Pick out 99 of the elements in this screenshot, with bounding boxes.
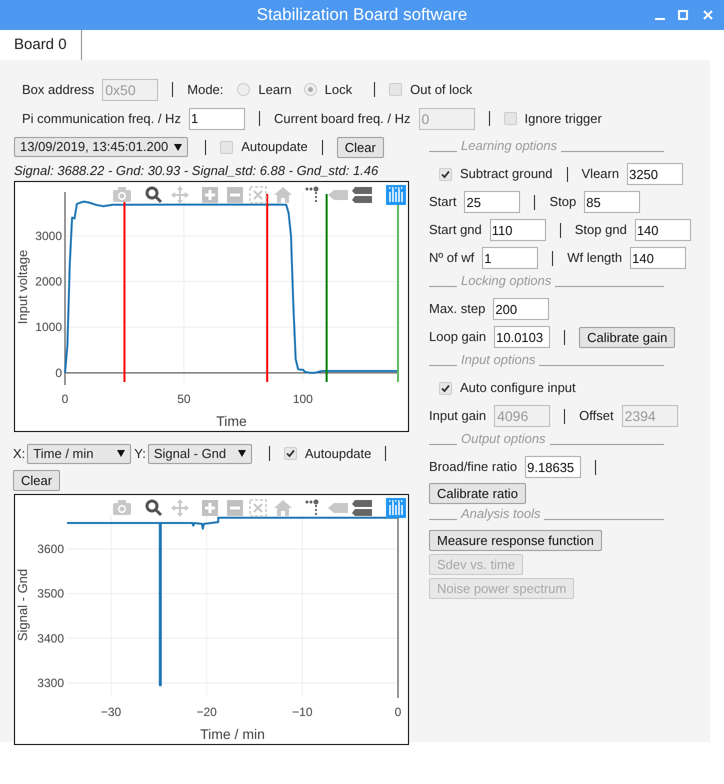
- input-field[interactable]: 1: [188, 108, 245, 130]
- section-heading: Analysis tools: [461, 504, 540, 523]
- checkmark-icon: [441, 384, 450, 392]
- tick-label: 2000: [35, 274, 62, 289]
- axis-title: Signal - Gnd: [15, 568, 30, 642]
- plus-icon[interactable]: [202, 500, 218, 516]
- field-label: Broad/fine ratio: [429, 458, 518, 476]
- checkbox[interactable]: Subtract ground: [439, 164, 553, 184]
- search-icon[interactable]: [146, 186, 162, 204]
- tick-label: 0: [394, 705, 402, 719]
- bar-chart-icon[interactable]: [386, 185, 406, 205]
- axis-title: Time / min: [200, 726, 265, 742]
- spike-icon[interactable]: [306, 500, 318, 516]
- camera-icon[interactable]: [113, 500, 131, 515]
- window-title: Stabilization Board software: [256, 4, 468, 26]
- input-field[interactable]: 1: [482, 247, 538, 269]
- expand-icon[interactable]: [249, 499, 267, 517]
- field-label: Current board freq. / Hz: [274, 110, 411, 128]
- two-tags-icon[interactable]: [352, 500, 372, 516]
- dropdown[interactable]: 13/09/2019, 13:45:01.200: [14, 137, 188, 157]
- tick-label: 0: [55, 366, 62, 380]
- input-field[interactable]: 85: [584, 191, 640, 213]
- mode-label: Mode:: [187, 80, 224, 99]
- tick-label: 50: [177, 392, 191, 406]
- tick-label: 3500: [37, 586, 64, 601]
- two-tags-icon[interactable]: [352, 187, 372, 203]
- input-field[interactable]: 110: [490, 219, 546, 241]
- minus-icon[interactable]: [227, 500, 243, 516]
- tick-label: −30: [100, 705, 122, 719]
- plus-icon[interactable]: [202, 187, 218, 203]
- tick-label: 3600: [37, 542, 64, 556]
- section-heading: Input options: [461, 350, 536, 369]
- select-label: Y:: [134, 444, 146, 463]
- input-field[interactable]: 200: [493, 298, 550, 320]
- input-field[interactable]: 25: [464, 191, 520, 213]
- field-label: Loop gain: [429, 328, 486, 346]
- home-icon[interactable]: [274, 187, 292, 203]
- field-label: Box address: [22, 80, 94, 99]
- bar-chart-icon[interactable]: [386, 498, 406, 518]
- section-heading: Learning options: [461, 136, 558, 155]
- field-label: Vlearn: [582, 165, 620, 184]
- button[interactable]: Measure response function: [429, 530, 602, 550]
- minus-icon[interactable]: [227, 187, 243, 203]
- select-label: X:: [13, 444, 26, 463]
- spike-icon[interactable]: [306, 186, 318, 203]
- button[interactable]: Clear: [13, 470, 60, 491]
- button[interactable]: Calibrate ratio: [429, 482, 526, 504]
- home-icon[interactable]: [274, 500, 292, 516]
- input-field[interactable]: 10.0103: [494, 326, 550, 348]
- move-arrows-icon[interactable]: [171, 186, 189, 204]
- expand-icon[interactable]: [249, 186, 267, 204]
- checkmark-icon: [441, 170, 450, 178]
- caret-icon: [117, 450, 126, 457]
- field-label: Start gnd: [429, 221, 482, 240]
- field-label: Offset: [579, 407, 614, 426]
- input-field[interactable]: 140: [634, 219, 691, 241]
- field-label: Stop gnd: [574, 221, 627, 240]
- field-label: Start: [429, 193, 456, 212]
- input-field[interactable]: 3250: [627, 163, 684, 185]
- checkbox[interactable]: Autoupdate: [220, 137, 308, 157]
- close-icon[interactable]: [703, 10, 713, 20]
- field-label: Pi communication freq. / Hz: [22, 110, 181, 128]
- caret-icon: [174, 144, 182, 150]
- tick-label: 3300: [37, 676, 64, 690]
- axis-title: Time: [216, 413, 247, 429]
- checkbox[interactable]: Autoupdate: [284, 444, 372, 464]
- move-arrows-icon[interactable]: [171, 499, 189, 517]
- checkbox[interactable]: Auto configure input: [439, 378, 576, 398]
- tick-label: 100: [292, 392, 313, 406]
- tick-label: −20: [196, 705, 217, 719]
- radio-option[interactable]: Learn: [237, 80, 292, 100]
- tick-label: 3000: [35, 228, 62, 243]
- button[interactable]: Clear: [336, 136, 384, 158]
- field-label: Nº of wf: [429, 249, 474, 268]
- checkbox[interactable]: Out of lock: [389, 80, 472, 100]
- field-label: Wf length: [567, 249, 622, 268]
- maximize-icon[interactable]: [678, 10, 688, 20]
- section-heading: Output options: [461, 430, 546, 448]
- section-heading: Locking options: [461, 272, 552, 290]
- dropdown[interactable]: Signal - Gnd: [148, 444, 252, 464]
- camera-icon[interactable]: [113, 187, 131, 202]
- tick-label: −10: [292, 705, 313, 719]
- checkbox[interactable]: Ignore trigger: [504, 108, 602, 128]
- search-icon[interactable]: [146, 500, 162, 516]
- signal-statistics: Signal: 3688.22 - Gnd: 30.93 - Signal_std: 6.88 - Gnd_std: 1.46: [14, 162, 380, 180]
- axis-title: Input voltage: [15, 250, 30, 324]
- tick-label: 3400: [37, 631, 64, 646]
- field-label: Stop: [549, 193, 576, 212]
- tick-label: 0: [62, 392, 68, 406]
- input-field[interactable]: 140: [630, 247, 686, 269]
- field-label: Input gain: [429, 407, 486, 426]
- radio-option[interactable]: Lock: [304, 80, 352, 100]
- field-label: Max. step: [429, 300, 486, 318]
- checkmark-icon: [286, 449, 295, 458]
- tick-label: 1000: [35, 320, 62, 334]
- dropdown[interactable]: Time / min: [27, 444, 132, 464]
- input-field[interactable]: 9.18635: [525, 456, 582, 478]
- caret-icon: [238, 450, 246, 457]
- button[interactable]: Calibrate gain: [579, 326, 676, 348]
